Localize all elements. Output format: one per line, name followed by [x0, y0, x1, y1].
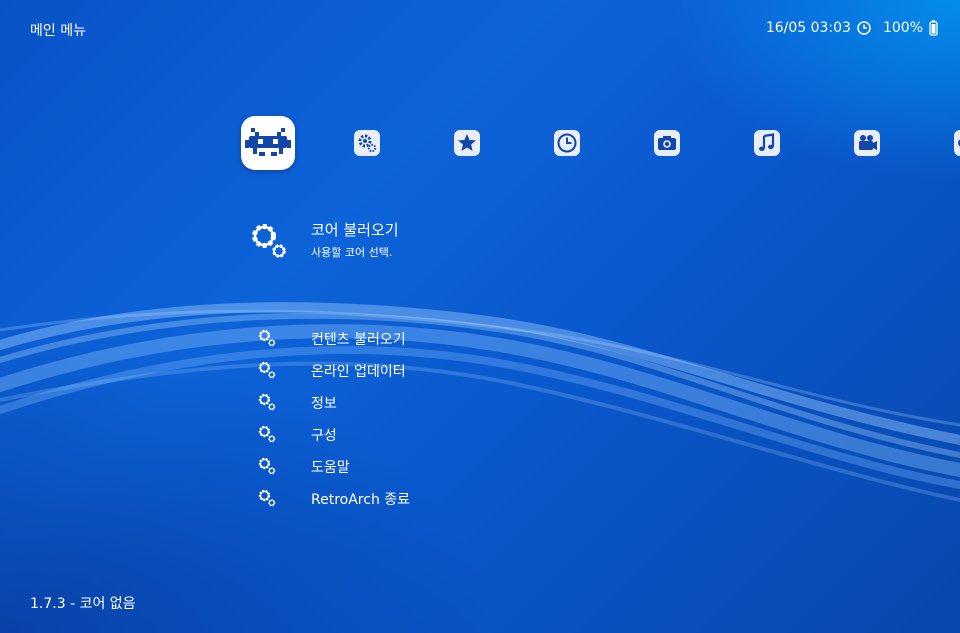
- clock-icon: [857, 21, 871, 35]
- menu-item-configuration[interactable]: 구성: [256, 418, 856, 450]
- menu-item-online-updater[interactable]: 온라인 업데이터: [256, 354, 856, 386]
- datetime-text: 16/05 03:03: [765, 20, 851, 36]
- gears-icon: [258, 489, 276, 507]
- star-icon: [454, 130, 480, 156]
- page-title: 메인 메뉴: [30, 23, 86, 39]
- tab-favorites[interactable]: [440, 116, 494, 170]
- tab-settings[interactable]: [340, 116, 394, 170]
- main-menu-list: 컨텐츠 불러오기 온라인 업데이터 정보 구성 도움말 RetroArch 종료: [256, 322, 856, 514]
- battery-percent: 100%: [882, 20, 923, 36]
- partial-icon: [954, 130, 960, 156]
- battery-icon: [929, 20, 938, 36]
- menu-item-information[interactable]: 정보: [256, 386, 856, 418]
- load-core-gears-icon: [252, 224, 286, 258]
- selected-menu-entry[interactable]: 코어 불러오기 사용할 코어 선택.: [244, 216, 844, 272]
- history-clock-icon: [554, 130, 580, 156]
- gears-icon: [258, 457, 276, 475]
- menu-item-label: 구성: [311, 428, 337, 444]
- selected-sublabel: 사용할 코어 선택.: [311, 246, 393, 259]
- tab-music[interactable]: [740, 116, 794, 170]
- menu-item-load-content[interactable]: 컨텐츠 불러오기: [256, 322, 856, 354]
- wave-background: [0, 302, 960, 502]
- menu-item-label: 컨텐츠 불러오기: [311, 332, 406, 348]
- menu-item-label: RetroArch 종료: [311, 492, 411, 508]
- selected-label: 코어 불러오기: [311, 221, 399, 239]
- gears-icon: [258, 425, 276, 443]
- gears-icon: [258, 393, 276, 411]
- gears-icon: [258, 361, 276, 379]
- tab-netplay[interactable]: [940, 116, 960, 170]
- tab-main-menu[interactable]: [241, 116, 295, 170]
- tab-history[interactable]: [540, 116, 594, 170]
- camera-icon: [654, 130, 680, 156]
- status-bar: 16/05 03:03 100%: [766, 20, 938, 36]
- music-note-icon: [754, 130, 780, 156]
- version-footer: 1.7.3 - 코어 없음: [30, 596, 136, 612]
- menu-item-label: 정보: [311, 396, 337, 412]
- menu-item-label: 온라인 업데이터: [311, 364, 406, 380]
- gears-icon: [258, 329, 276, 347]
- tab-video[interactable]: [840, 116, 894, 170]
- tab-bar: [0, 116, 960, 174]
- settings-icon: [354, 130, 380, 156]
- retroarch-logo-icon: [245, 128, 291, 156]
- menu-item-quit-retroarch[interactable]: RetroArch 종료: [256, 482, 856, 514]
- tab-images[interactable]: [640, 116, 694, 170]
- menu-item-label: 도움말: [311, 460, 350, 476]
- menu-item-help[interactable]: 도움말: [256, 450, 856, 482]
- background-glow: [0, 0, 960, 633]
- video-camera-icon: [854, 130, 880, 156]
